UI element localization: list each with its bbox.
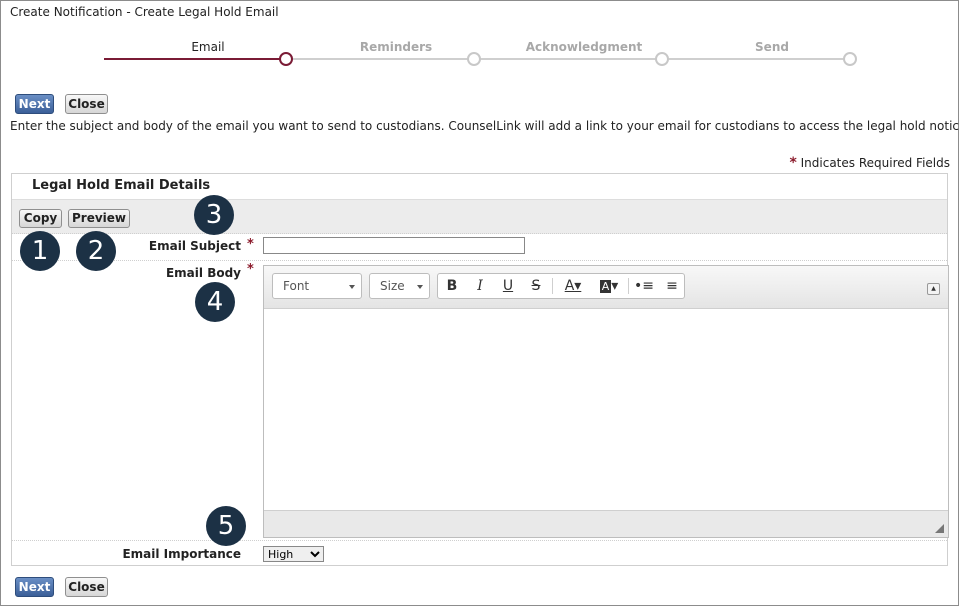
instructions-text: Enter the subject and body of the email … <box>10 119 959 133</box>
chevron-down-icon <box>417 285 423 289</box>
text-color-icon[interactable]: A▾ <box>558 274 588 298</box>
step-email-label: Email <box>191 40 225 54</box>
bulleted-list-icon[interactable]: •≡ <box>632 274 656 298</box>
subject-required-star: * <box>247 237 254 252</box>
email-subject-label-text: Email Subject <box>148 239 241 253</box>
required-fields-text: Indicates Required Fields <box>800 156 950 170</box>
formatting-group: B I U S A▾ A ▾ •≡ ≡ <box>437 273 685 299</box>
email-subject-input[interactable] <box>263 237 525 254</box>
step-reminders-marker <box>467 52 481 66</box>
callout-4: 4 <box>195 282 235 322</box>
numbered-list-icon[interactable]: ≡ <box>660 274 684 298</box>
step-send-label: Send <box>755 40 789 54</box>
required-fields-note: * Indicates Required Fields <box>789 155 950 171</box>
row-separator <box>12 540 947 541</box>
italic-icon[interactable]: I <box>468 274 492 298</box>
callout-5: 5 <box>206 506 246 546</box>
step-acknowledgment-marker <box>655 52 669 66</box>
window-title: Create Notification - Create Legal Hold … <box>10 5 279 19</box>
next-button-top[interactable]: Next <box>15 94 54 114</box>
callout-2: 2 <box>76 231 116 271</box>
panel-toolbar: Copy Preview <box>12 199 947 234</box>
email-importance-label-text: Email Importance <box>122 547 241 561</box>
background-color-icon[interactable]: A ▾ <box>594 274 624 298</box>
underline-icon[interactable]: U <box>496 274 520 298</box>
bold-icon[interactable]: B <box>440 274 464 298</box>
email-body-label-text: Email Body <box>165 266 241 280</box>
email-subject-label: Email Subject <box>41 239 241 253</box>
wizard-progress-completed <box>104 58 280 60</box>
next-button-bottom[interactable]: Next <box>15 577 54 597</box>
email-details-panel: Legal Hold Email Details Copy Preview Em… <box>11 173 949 566</box>
chevron-down-icon <box>349 285 355 289</box>
wizard-progress-remaining <box>290 58 845 60</box>
strikethrough-icon[interactable]: S <box>524 274 548 298</box>
resize-handle-icon[interactable] <box>935 524 944 533</box>
editor-toolbar: Font Size B I U S A▾ A ▾ •≡ ≡ ▲ <box>264 266 948 309</box>
collapse-toolbar-icon[interactable]: ▲ <box>927 283 940 295</box>
font-combo-label: Font <box>283 279 310 293</box>
editor-footer <box>264 510 948 537</box>
editor-content-area[interactable] <box>264 309 948 510</box>
callout-3: 3 <box>194 195 234 235</box>
body-required-star: * <box>247 262 254 277</box>
step-reminders-label: Reminders <box>359 40 433 54</box>
copy-button[interactable]: Copy <box>19 209 62 228</box>
close-button-top[interactable]: Close <box>65 94 108 114</box>
toolbar-separator <box>552 278 553 294</box>
toolbar-separator <box>628 278 629 294</box>
font-combo[interactable]: Font <box>272 273 362 299</box>
email-body-label: Email Body <box>41 266 241 280</box>
step-send-marker <box>843 52 857 66</box>
step-email-marker <box>279 52 293 66</box>
size-combo[interactable]: Size <box>369 273 430 299</box>
panel-title: Legal Hold Email Details <box>32 178 211 193</box>
preview-button[interactable]: Preview <box>68 209 130 228</box>
callout-1: 1 <box>20 231 60 271</box>
email-body-editor: Font Size B I U S A▾ A ▾ •≡ ≡ ▲ <box>263 265 949 538</box>
row-separator <box>12 260 947 261</box>
close-button-bottom[interactable]: Close <box>65 577 108 597</box>
email-importance-label: Email Importance <box>41 547 241 561</box>
step-acknowledgment-label: Acknowledgment <box>525 40 643 54</box>
size-combo-label: Size <box>380 279 405 293</box>
required-star: * <box>789 155 797 171</box>
email-importance-select[interactable]: High <box>263 546 324 562</box>
